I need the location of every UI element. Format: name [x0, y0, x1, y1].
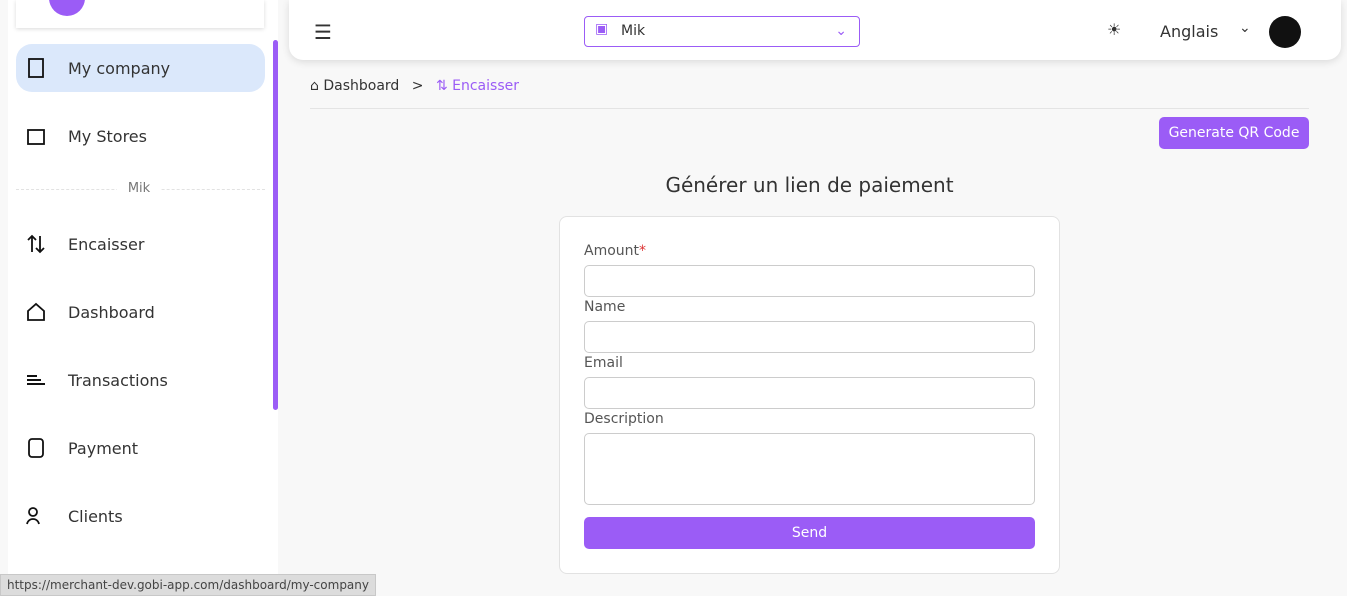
avatar[interactable] — [1269, 16, 1301, 48]
sidebar-item-my-stores[interactable]: My Stores — [16, 112, 265, 160]
home-icon: ⌂ — [310, 78, 319, 94]
sidebar-item-my-company[interactable]: My company — [16, 44, 265, 92]
divider — [310, 108, 1309, 109]
list-icon — [24, 368, 48, 392]
name-label: Name — [584, 299, 626, 315]
logo-card[interactable] — [16, 0, 264, 28]
sidebar-item-label: Payment — [68, 438, 139, 458]
sidebar-item-label: Clients — [68, 506, 123, 526]
sidebar-item-label: My Stores — [68, 126, 147, 146]
store-section-label: Mik — [117, 181, 161, 196]
language-select[interactable]: Anglais — [1160, 22, 1218, 41]
description-field[interactable] — [584, 433, 1035, 505]
store-select[interactable]: ▣ Mik ⌄ — [584, 16, 860, 47]
breadcrumb-dashboard[interactable]: Dashboard — [323, 78, 399, 94]
sidebar-item-label: Transactions — [68, 370, 168, 390]
required-marker: * — [639, 243, 647, 259]
breadcrumb-current: Encaisser — [452, 78, 519, 94]
sidebar-item-dashboard[interactable]: Dashboard — [16, 288, 265, 336]
store-select-value: Mik — [621, 23, 646, 39]
sidebar: My company My Stores Mik Encaisser Dashb… — [8, 0, 278, 575]
theme-toggle-icon[interactable]: ☀ — [1107, 20, 1121, 39]
sidebar-separator: Mik — [16, 181, 265, 196]
store-icon — [24, 124, 48, 148]
wallet-icon — [24, 436, 48, 460]
payment-link-form: Amount* Name Email Description Send — [559, 216, 1060, 574]
sidebar-item-label: Encaisser — [68, 234, 145, 254]
menu-icon[interactable]: ☰ — [314, 20, 332, 44]
status-url: https://merchant-dev.gobi-app.com/dashbo… — [0, 574, 376, 596]
swap-icon — [24, 232, 48, 256]
sidebar-item-payment[interactable]: Payment — [16, 424, 265, 472]
description-label: Description — [584, 411, 664, 427]
amount-field[interactable] — [584, 265, 1035, 297]
email-field[interactable] — [584, 377, 1035, 409]
app-logo — [49, 0, 85, 16]
building-icon — [24, 56, 48, 80]
chevron-down-icon[interactable]: ⌄ — [1239, 20, 1251, 36]
amount-label: Amount* — [584, 243, 647, 259]
sidebar-item-label: Dashboard — [68, 302, 155, 322]
breadcrumb-separator: > — [411, 78, 424, 94]
swap-icon: ⇅ — [435, 78, 448, 94]
sidebar-item-label: My company — [68, 58, 171, 78]
breadcrumb: ⌂ Dashboard > ⇅ Encaisser — [310, 78, 519, 94]
topbar: ☰ ▣ Mik ⌄ ☀ Anglais ⌄ — [289, 0, 1341, 60]
sidebar-scrollbar[interactable] — [273, 40, 278, 410]
email-label: Email — [584, 355, 623, 371]
name-field[interactable] — [584, 321, 1035, 353]
sidebar-item-encaisser[interactable]: Encaisser — [16, 220, 265, 268]
home-icon — [24, 300, 48, 324]
store-icon: ▣ — [595, 21, 609, 37]
chevron-down-icon: ⌄ — [835, 23, 847, 39]
users-icon — [24, 504, 48, 528]
generate-qr-button[interactable]: Generate QR Code — [1159, 117, 1309, 149]
send-button[interactable]: Send — [584, 517, 1035, 549]
sidebar-item-clients[interactable]: Clients — [16, 492, 265, 540]
sidebar-item-transactions[interactable]: Transactions — [16, 356, 265, 404]
page-title: Générer un lien de paiement — [665, 173, 954, 197]
